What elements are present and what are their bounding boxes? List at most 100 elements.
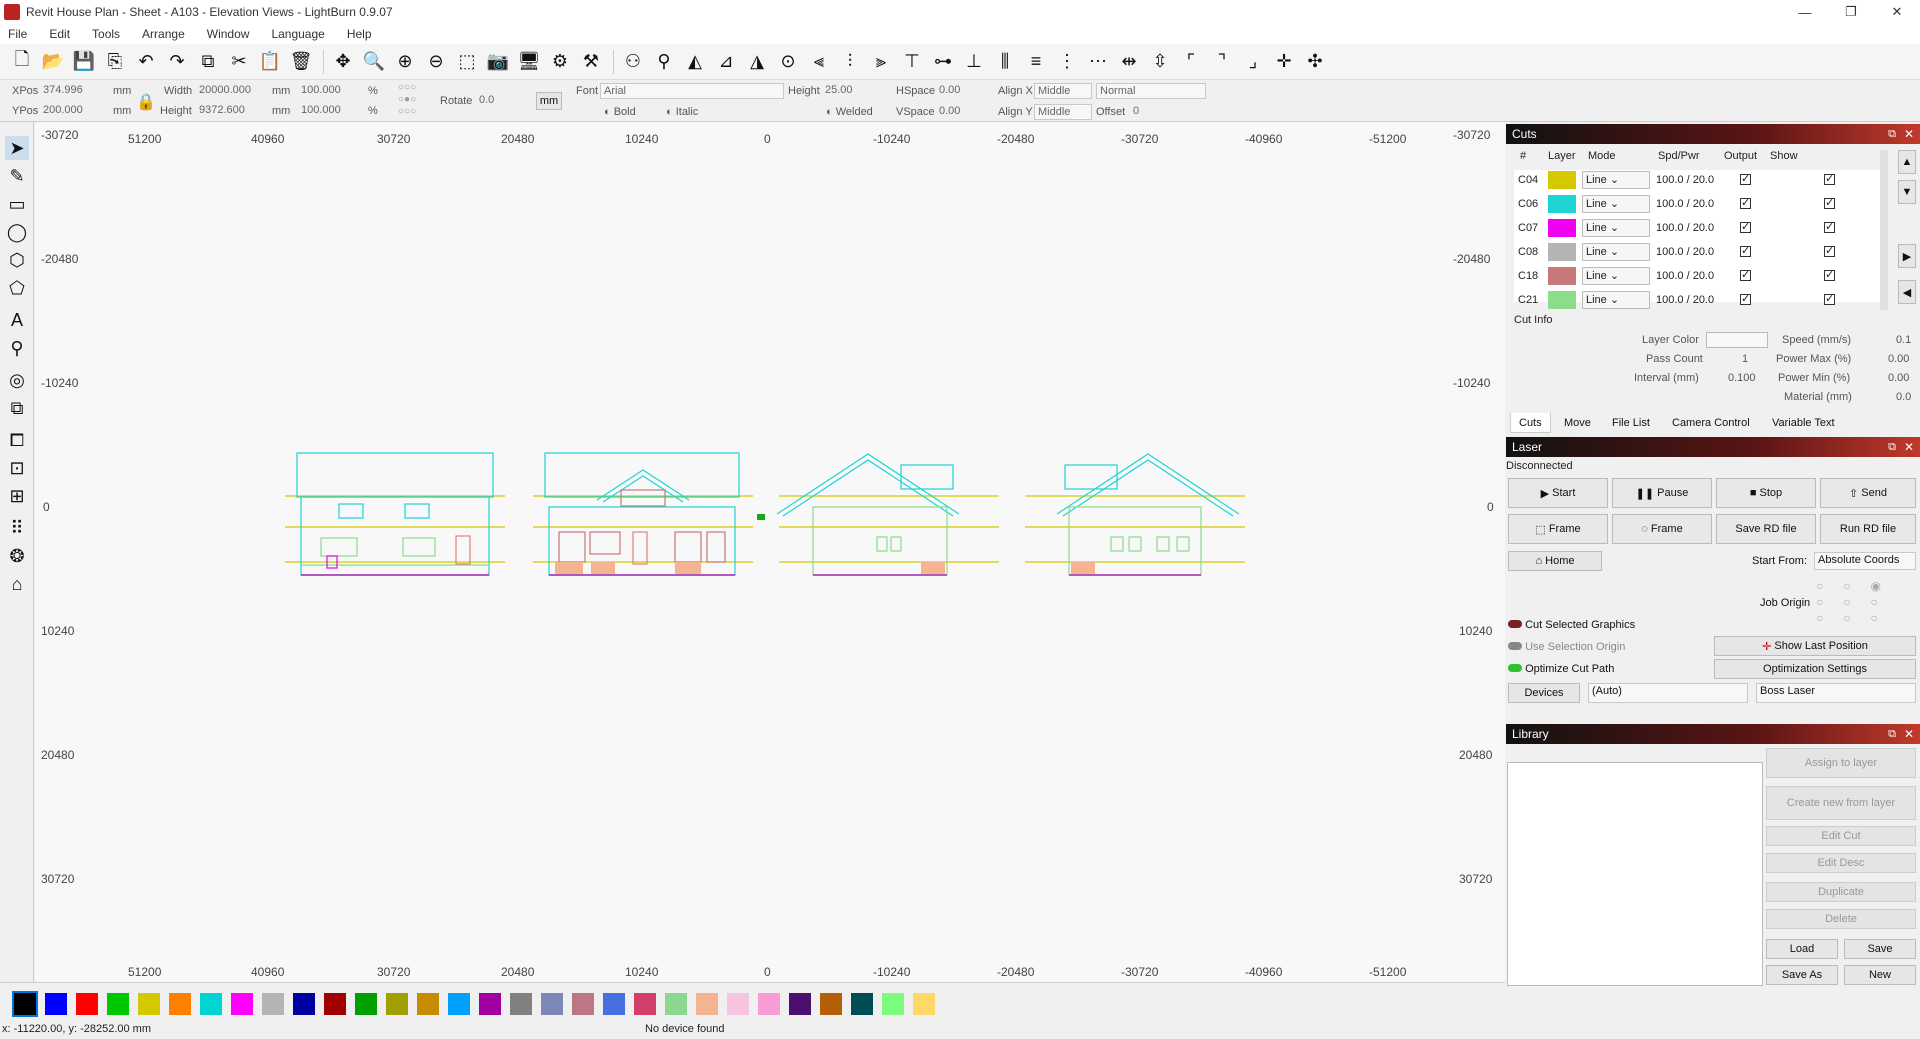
layer-speed-power[interactable]: 100.0 / 20.0: [1656, 270, 1714, 282]
float-icon[interactable]: ⧉: [1888, 437, 1896, 457]
cut-layer-row[interactable]: C08 Line ⌄ 100.0 / 20.0: [1514, 242, 1880, 264]
rotate-icon[interactable]: ◮: [743, 48, 771, 76]
offset-icon[interactable]: ◎: [5, 368, 29, 392]
palette-swatch[interactable]: [12, 991, 38, 1017]
rotate-input[interactable]: 0.0: [476, 93, 520, 109]
send-button[interactable]: ⇧ Send: [1820, 478, 1916, 508]
palette-swatch[interactable]: [448, 993, 470, 1015]
show-checkbox[interactable]: [1824, 292, 1835, 305]
scale-height-input[interactable]: 100.000: [298, 103, 348, 119]
palette-swatch[interactable]: [200, 993, 222, 1015]
text-icon[interactable]: A: [5, 308, 29, 332]
new-library-button[interactable]: New: [1844, 965, 1916, 985]
monitor-icon[interactable]: 🖥: [515, 48, 543, 76]
show-checkbox[interactable]: [1824, 196, 1835, 209]
pass-count-input[interactable]: 1: [1742, 353, 1748, 365]
maximize-button[interactable]: ❐: [1828, 0, 1874, 24]
paste-icon[interactable]: 📋: [256, 48, 284, 76]
save-rd-button[interactable]: Save RD file: [1716, 514, 1816, 544]
palette-swatch[interactable]: [789, 993, 811, 1015]
speed-input[interactable]: 0.1: [1896, 334, 1911, 346]
layer-speed-power[interactable]: 100.0 / 20.0: [1656, 174, 1714, 186]
show-checkbox[interactable]: [1824, 244, 1835, 257]
palette-swatch[interactable]: [107, 993, 129, 1015]
expand-right-button[interactable]: ▶: [1898, 244, 1916, 268]
cut-layer-row[interactable]: C04 Line ⌄ 100.0 / 20.0: [1514, 170, 1880, 192]
layer-speed-power[interactable]: 100.0 / 20.0: [1656, 198, 1714, 210]
collapse-left-button[interactable]: ◀: [1898, 280, 1916, 304]
palette-swatch[interactable]: [386, 993, 408, 1015]
layer-color-swatch[interactable]: [1548, 195, 1576, 213]
mm-toggle-button[interactable]: mm: [536, 92, 562, 110]
frame-circle-button[interactable]: ◌ Frame: [1612, 514, 1712, 544]
close-icon[interactable]: ✕: [1904, 124, 1914, 144]
palette-swatch[interactable]: [727, 993, 749, 1015]
pause-button[interactable]: ❚❚ Pause: [1612, 478, 1712, 508]
pentagon-icon[interactable]: ⬠: [5, 276, 29, 300]
align-right-icon[interactable]: ⫸: [867, 48, 895, 76]
palette-swatch[interactable]: [758, 993, 780, 1015]
cut-layer-row[interactable]: C21 Line ⌄ 100.0 / 20.0: [1514, 290, 1880, 312]
palette-swatch[interactable]: [510, 993, 532, 1015]
rectangle-icon[interactable]: ▭: [5, 192, 29, 216]
palette-swatch[interactable]: [293, 993, 315, 1015]
power-max-input[interactable]: 0.00: [1888, 353, 1909, 365]
move-center-alt-icon[interactable]: ✣: [1301, 48, 1329, 76]
float-icon[interactable]: ⧉: [1888, 124, 1896, 144]
palette-swatch[interactable]: [851, 993, 873, 1015]
layer-speed-power[interactable]: 100.0 / 20.0: [1656, 246, 1714, 258]
palette-swatch[interactable]: [169, 993, 191, 1015]
devices-button[interactable]: Devices: [1508, 683, 1580, 703]
menu-window[interactable]: Window: [207, 27, 250, 41]
palette-swatch[interactable]: [76, 993, 98, 1015]
bold-toggle[interactable]: ◐ Bold: [604, 106, 636, 118]
float-icon[interactable]: ⧉: [1888, 724, 1896, 744]
layer-color-swatch[interactable]: [1548, 219, 1576, 237]
ypos-input[interactable]: 200.000: [40, 103, 102, 119]
move-upper-right-icon[interactable]: ⌝: [1208, 48, 1236, 76]
duplicate-button[interactable]: Duplicate: [1766, 882, 1916, 902]
delete-library-button[interactable]: Delete: [1766, 909, 1916, 929]
italic-toggle[interactable]: ◐ Italic: [666, 106, 698, 118]
use-selection-toggle[interactable]: Use Selection Origin: [1508, 641, 1625, 653]
lock-icon[interactable]: 🔒: [136, 92, 156, 112]
palette-swatch[interactable]: [138, 993, 160, 1015]
layer-mode-select[interactable]: Line ⌄: [1582, 291, 1650, 309]
move-layer-up-button[interactable]: ▲: [1898, 150, 1916, 174]
palette-swatch[interactable]: [324, 993, 346, 1015]
redo-icon[interactable]: ↷: [163, 48, 191, 76]
palette-swatch[interactable]: [913, 993, 935, 1015]
device-select[interactable]: Boss Laser: [1756, 683, 1916, 703]
hspace-input[interactable]: 0.00: [936, 83, 986, 99]
mirror-icon[interactable]: ⊿: [712, 48, 740, 76]
move-lower-left-icon[interactable]: ⌜: [1177, 48, 1205, 76]
assign-to-layer-button[interactable]: Assign to layer: [1766, 748, 1916, 778]
make-same-width-icon[interactable]: ⇹: [1115, 48, 1143, 76]
layer-mode-select[interactable]: Line ⌄: [1582, 219, 1650, 237]
alignx-select[interactable]: Middle: [1034, 83, 1092, 99]
distribute-v-icon[interactable]: ≡: [1022, 48, 1050, 76]
edit-cut-button[interactable]: Edit Cut: [1766, 826, 1916, 846]
welded-toggle[interactable]: ◐ Welded: [826, 106, 873, 118]
cut-layer-row[interactable]: C18 Line ⌄ 100.0 / 20.0: [1514, 266, 1880, 288]
align-vcenter-icon[interactable]: ⊶: [929, 48, 957, 76]
stop-button[interactable]: ■ Stop: [1716, 478, 1816, 508]
job-origin-grid[interactable]: ○○◉ ○○○ ○○○: [1816, 578, 1901, 626]
layer-color-swatch[interactable]: [1548, 267, 1576, 285]
power-min-input[interactable]: 0.00: [1888, 372, 1909, 384]
palette-swatch[interactable]: [417, 993, 439, 1015]
height-input[interactable]: 9372.600: [196, 103, 258, 119]
palette-swatch[interactable]: [231, 993, 253, 1015]
menu-language[interactable]: Language: [271, 27, 324, 41]
show-checkbox[interactable]: [1824, 220, 1835, 233]
output-checkbox[interactable]: [1740, 268, 1751, 281]
pen-icon[interactable]: ✎: [5, 164, 29, 188]
workspace-canvas[interactable]: 51200 40960 30720 20480 10240 0 -10240 -…: [35, 122, 1505, 982]
select-arrow-icon[interactable]: ➤: [5, 136, 29, 160]
layer-color-swatch[interactable]: [1548, 171, 1576, 189]
layer-mode-select[interactable]: Line ⌄: [1582, 195, 1650, 213]
layer-mode-select[interactable]: Line ⌄: [1582, 171, 1650, 189]
close-icon[interactable]: ✕: [1904, 437, 1914, 457]
interval-input[interactable]: 0.100: [1728, 372, 1756, 384]
output-checkbox[interactable]: [1740, 292, 1751, 305]
